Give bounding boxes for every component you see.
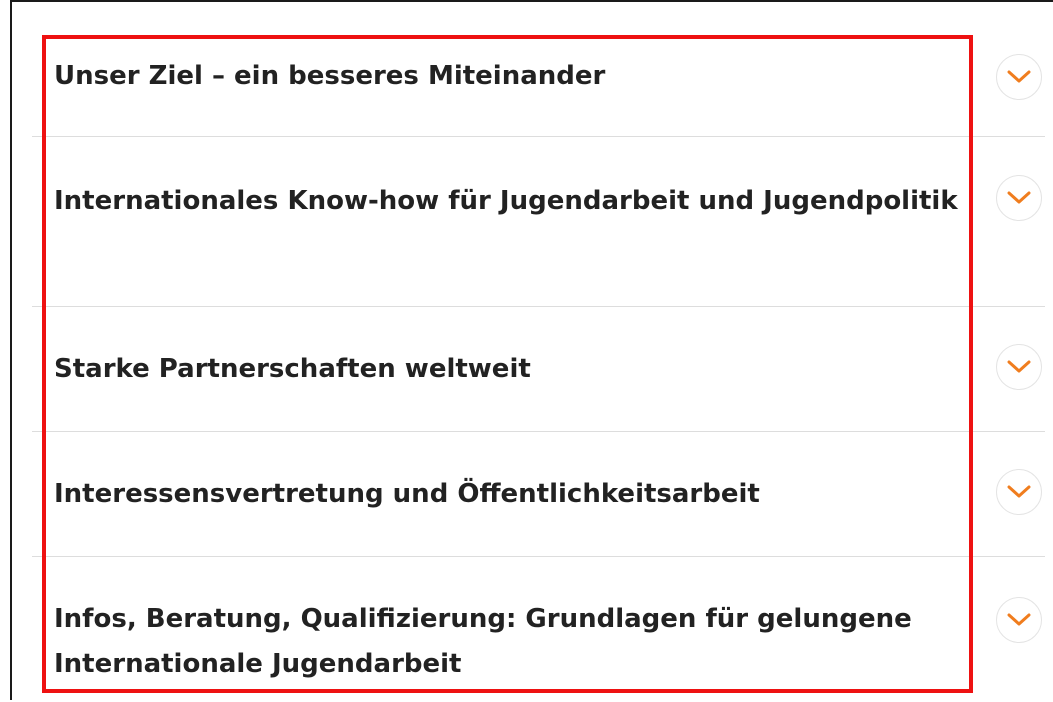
chevron-down-icon bbox=[1007, 70, 1031, 83]
accordion-item-ziel[interactable]: Unser Ziel – ein besseres Miteinander bbox=[32, 2, 1045, 137]
accordion-item-title: Unser Ziel – ein besseres Miteinander bbox=[54, 61, 606, 91]
expand-toggle-button[interactable] bbox=[996, 175, 1042, 221]
page-frame: Unser Ziel – ein besseres Miteinander In… bbox=[10, 0, 1053, 700]
expand-toggle-button[interactable] bbox=[996, 597, 1042, 643]
expand-toggle-button[interactable] bbox=[996, 469, 1042, 515]
chevron-down-icon bbox=[1007, 613, 1031, 626]
accordion-item-title: Internationales Know-how für Jugendarbei… bbox=[54, 186, 958, 216]
accordion-item-partnerschaften[interactable]: Starke Partnerschaften weltweit bbox=[32, 307, 1045, 432]
accordion-item-title: Infos, Beratung, Qualifizierung: Grundla… bbox=[54, 604, 912, 679]
chevron-down-icon bbox=[1007, 191, 1031, 204]
accordion-item-title: Interessensvertretung und Öffentlichkeit… bbox=[54, 479, 760, 509]
chevron-down-icon bbox=[1007, 485, 1031, 498]
accordion-item-infos-beratung[interactable]: Infos, Beratung, Qualifizierung: Grundla… bbox=[32, 557, 1045, 702]
accordion: Unser Ziel – ein besseres Miteinander In… bbox=[12, 2, 1053, 700]
accordion-item-title: Starke Partnerschaften weltweit bbox=[54, 354, 531, 384]
chevron-down-icon bbox=[1007, 360, 1031, 373]
accordion-item-interessensvertretung[interactable]: Interessensvertretung und Öffentlichkeit… bbox=[32, 432, 1045, 557]
expand-toggle-button[interactable] bbox=[996, 344, 1042, 390]
expand-toggle-button[interactable] bbox=[996, 54, 1042, 100]
accordion-item-know-how[interactable]: Internationales Know-how für Jugendarbei… bbox=[32, 137, 1045, 307]
